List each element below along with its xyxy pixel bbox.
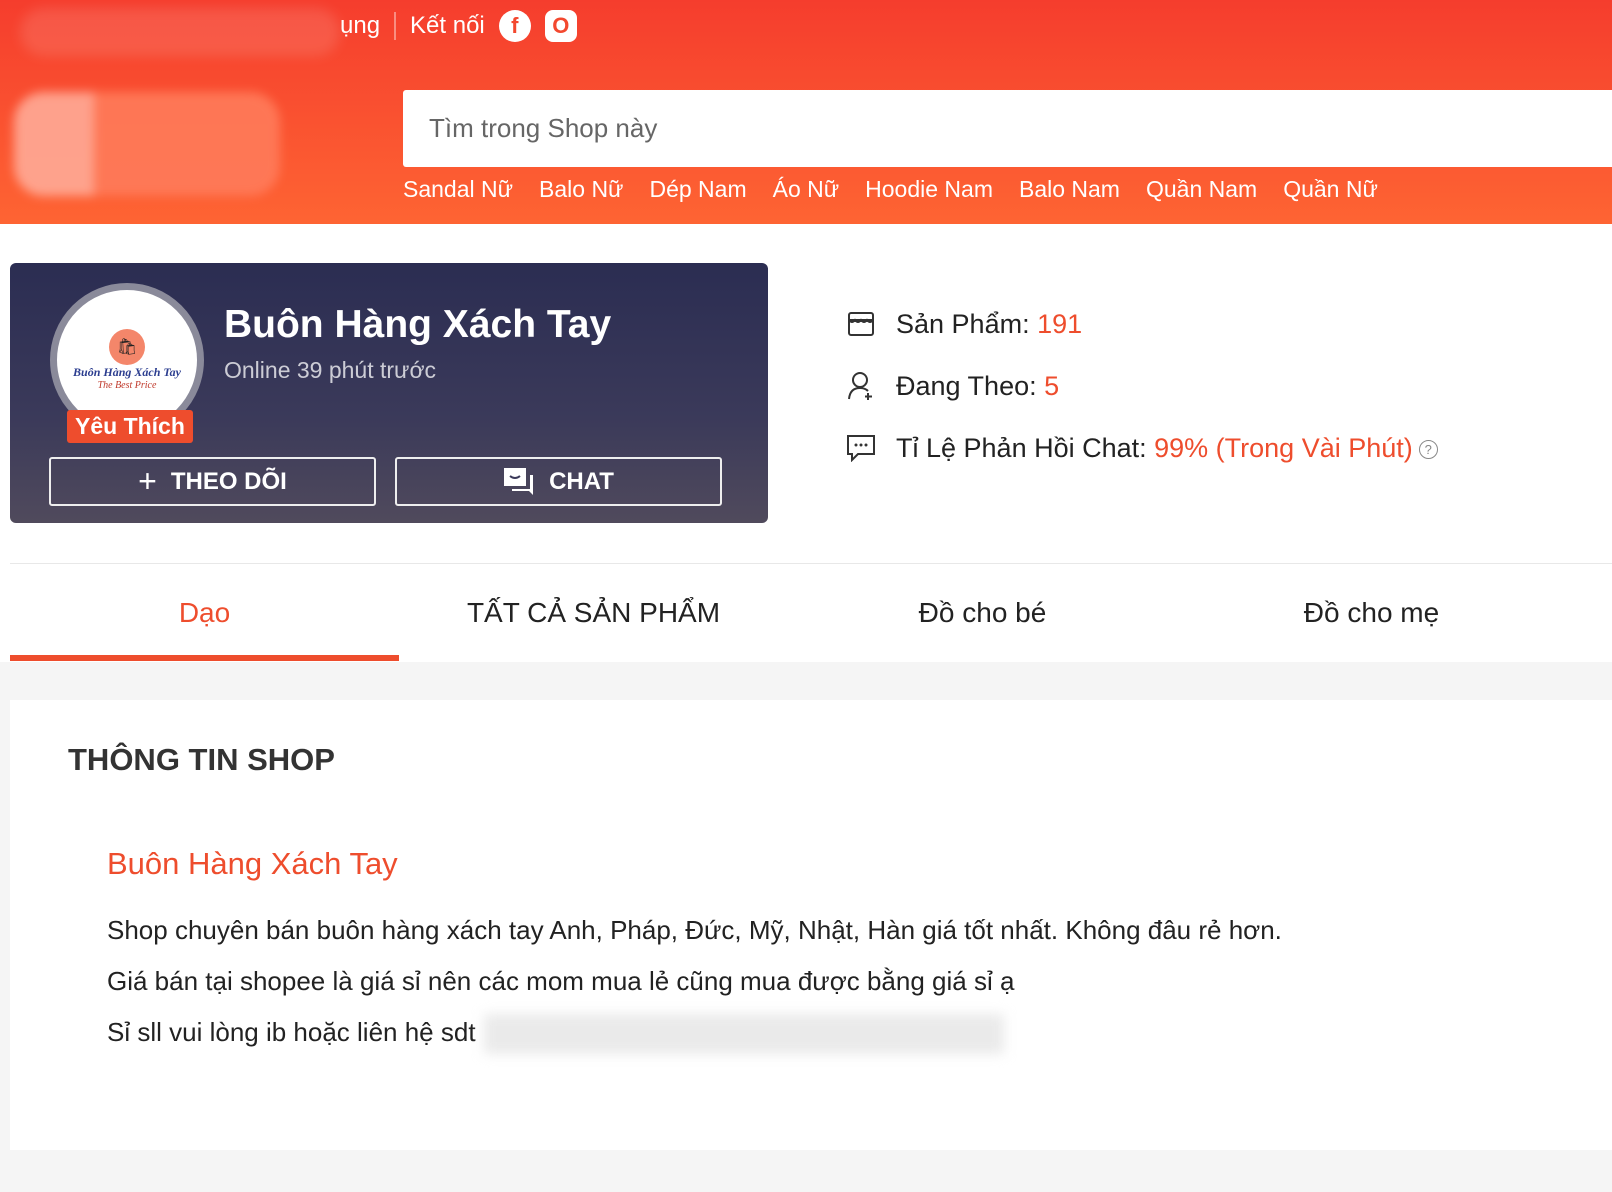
online-status: Online 39 phút trước [224,357,437,383]
logo-text: Buôn Hàng Xách Tay [73,365,181,379]
category-links: Sandal Nữ Balo Nữ Dép Nam Áo Nữ Hoodie N… [403,176,1378,203]
top-link-partial[interactable]: ụng [340,12,380,40]
category-link[interactable]: Quần Nam [1146,176,1257,203]
stat-label: Sản Phẩm: [896,308,1038,339]
shop-name: Buôn Hàng Xách Tay [224,303,612,346]
shop-description: Shop chuyên bán buôn hàng xách tay Anh, … [107,905,1282,1058]
tab-baby[interactable]: Đồ cho bé [788,564,1177,661]
connect-label: Kết nối [410,12,485,39]
shop-stats: Sản Phẩm: 191 Đang Theo: 5 Tỉ Lệ Phản Hồ… [846,300,1438,486]
follow-button[interactable]: + THEO DÕI [49,457,376,506]
chat-icon [504,467,534,495]
plus-icon: + [138,463,157,499]
favorite-badge: Yêu Thích [67,410,193,443]
blurred-top-links [20,8,340,56]
chat-button[interactable]: CHAT [395,457,722,506]
category-link[interactable]: Hoodie Nam [865,176,993,203]
tab-mom[interactable]: Đồ cho mẹ [1177,564,1566,661]
shop-header: ụng Kết nối f O Sandal Nữ Balo Nữ Dép Na… [0,0,1612,224]
follow-label: THEO DÕI [170,467,287,495]
info-shop-name: Buôn Hàng Xách Tay [107,846,398,881]
logo-tagline: The Best Price [97,380,157,391]
shop-card: 🛍 Buôn Hàng Xách Tay The Best Price Yêu … [10,263,768,523]
tab-dao[interactable]: Dạo [10,564,399,661]
description-text: Sỉ sll vui lòng ib hoặc liên hệ sdt [107,1017,476,1047]
help-icon[interactable]: ? [1418,439,1438,459]
search-bar [403,90,1612,167]
category-link[interactable]: Dép Nam [649,176,746,203]
search-input[interactable] [429,113,1612,144]
store-icon [846,311,876,337]
facebook-icon[interactable]: f [498,10,531,42]
stat-value: 191 [1037,308,1083,339]
shop-tabs: Dạo TẤT CẢ SẢN PHẨM Đồ cho bé Đồ cho mẹ [10,563,1612,661]
stat-value: 5 [1044,370,1060,401]
shopping-bag-icon: 🛍 [109,329,145,365]
section-heading: THÔNG TIN SHOP [68,742,335,777]
instagram-icon[interactable]: O [544,10,577,42]
category-link[interactable]: Balo Nam [1019,176,1120,203]
user-add-icon [846,371,876,401]
description-line: Shop chuyên bán buôn hàng xách tay Anh, … [107,915,1282,945]
category-link[interactable]: Áo Nữ [773,176,840,203]
category-link[interactable]: Sandal Nữ [403,176,513,203]
chat-bubble-icon [846,434,876,462]
shop-info-panel: THÔNG TIN SHOP Buôn Hàng Xách Tay Shop c… [10,700,1612,1150]
stat-chat-response: Tỉ Lệ Phản Hồi Chat: 99% (Trong Vài Phút… [846,410,1438,486]
category-link[interactable]: Balo Nữ [539,176,623,203]
category-link[interactable]: Quần Nữ [1283,176,1378,203]
tab-all-products[interactable]: TẤT CẢ SẢN PHẨM [399,564,788,661]
stat-label: Tỉ Lệ Phản Hồi Chat: [896,432,1155,463]
stat-label: Đang Theo: [896,370,1045,401]
blurred-logo[interactable] [14,92,280,196]
description-line: Sỉ sll vui lòng ib hoặc liên hệ sdt [107,1007,1282,1058]
top-nav: ụng Kết nối f O [340,10,577,42]
chat-label: CHAT [549,467,614,495]
stat-value: 99% (Trong Vài Phút) [1154,432,1413,463]
blurred-phone [483,1014,1004,1055]
divider [394,12,397,40]
description-line: Giá bán tại shopee là giá sỉ nên các mom… [107,966,1015,996]
